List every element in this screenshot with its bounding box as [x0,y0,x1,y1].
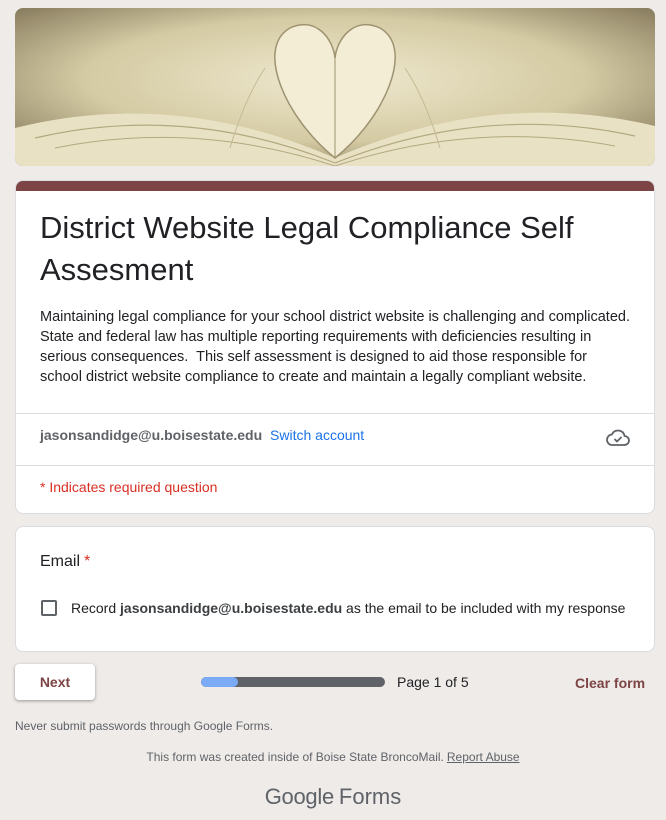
google-forms-logo[interactable]: Google Forms [0,784,666,810]
header-image [15,8,655,166]
logo-forms-text: Forms [338,784,402,809]
checkbox-suffix: as the email to be included with my resp… [342,600,626,616]
checkbox-email: jasonsandidge@u.boisestate.edu [120,600,343,616]
next-button[interactable]: Next [15,664,95,700]
progress-bar-fill [201,677,238,687]
account-row: jasonsandidge@u.boisestate.edu Switch ac… [40,427,364,443]
clear-form-button[interactable]: Clear form [575,675,645,691]
account-email: jasonsandidge@u.boisestate.edu [40,427,263,443]
question-label: Email * [40,553,90,571]
progress-bar [201,677,385,687]
divider [16,465,654,466]
record-email-label[interactable]: Record jasonsandidge@u.boisestate.edu as… [71,600,625,616]
created-text: This form was created inside of Boise St… [146,750,444,764]
checkbox-prefix: Record [71,600,121,616]
required-note: * Indicates required question [40,479,218,495]
logo-google-text: Google [264,784,334,809]
switch-account-link[interactable]: Switch account [270,427,364,443]
question-title: Email [40,553,81,570]
created-note: This form was created inside of Boise St… [0,750,666,764]
theme-band [16,181,654,191]
question-card-email: Email * Record jasonsandidge@u.boisestate… [15,526,655,652]
form-title: District Website Legal Compliance Self A… [40,210,574,287]
cloud-saved-icon[interactable] [606,429,630,447]
form-title-card: District Website Legal Compliance Self A… [15,180,655,514]
form-description: Maintaining legal compliance for your sc… [40,309,639,385]
page-indicator: Page 1 of 5 [397,674,469,690]
book-heart-illustration [15,8,655,166]
password-warning: Never submit passwords through Google Fo… [15,719,274,733]
record-email-checkbox[interactable] [41,600,57,616]
divider [16,413,654,414]
required-asterisk: * [84,553,91,570]
report-abuse-link[interactable]: Report Abuse [447,750,520,764]
